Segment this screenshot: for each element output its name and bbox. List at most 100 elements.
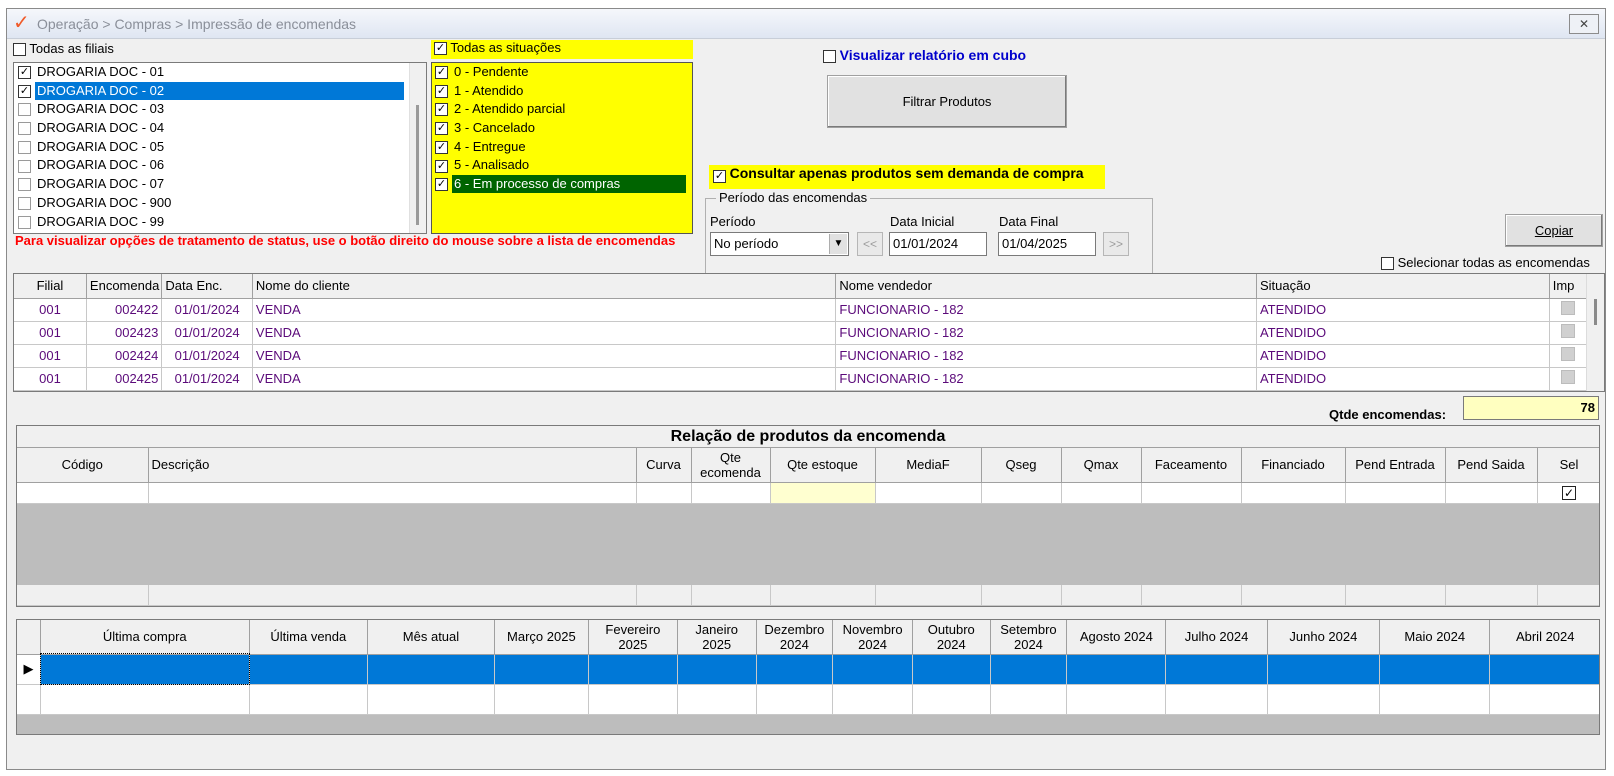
branch-item[interactable]: DROGARIA DOC - 900 <box>14 194 426 213</box>
select-all-orders-checkbox[interactable] <box>1381 257 1394 271</box>
order-cell-situacao[interactable]: ATENDIDO <box>1256 344 1550 368</box>
situation-item[interactable]: ✓ 5 - Analisado <box>432 156 692 175</box>
products-column-header[interactable]: Descrição <box>148 448 637 483</box>
history-cell[interactable] <box>1489 684 1599 715</box>
order-cell-imp[interactable] <box>1549 321 1589 345</box>
cell[interactable] <box>875 482 982 504</box>
products-column-header[interactable]: Faceamento <box>1141 448 1242 483</box>
order-cell-imp[interactable] <box>1549 344 1589 368</box>
history-column-header[interactable]: Dezembro 2024 <box>756 620 834 655</box>
order-cell-vendedor[interactable]: FUNCIONARIO - 182 <box>835 344 1257 368</box>
cell[interactable] <box>691 482 771 504</box>
branch-list-scrollbar[interactable] <box>409 63 426 233</box>
order-cell-vendedor[interactable]: FUNCIONARIO - 182 <box>835 367 1257 391</box>
order-cell-cliente[interactable]: VENDA <box>252 321 837 345</box>
cubo-toggle[interactable]: Visualizar relatório em cubo <box>823 47 1026 64</box>
orders-column-header[interactable]: Nome do cliente <box>252 274 837 299</box>
imp-checkbox[interactable] <box>1561 347 1576 361</box>
history-grid[interactable]: Última compra Última venda Mês atual Março … <box>16 619 1600 735</box>
order-cell-filial[interactable]: 001 <box>14 344 87 368</box>
history-cell[interactable] <box>1379 654 1491 685</box>
situation-checkbox[interactable]: ✓ <box>435 103 448 117</box>
order-cell-data[interactable]: 01/01/2024 <box>161 367 253 391</box>
products-column-header[interactable]: Qte ecomenda <box>691 448 771 483</box>
history-cell[interactable] <box>756 654 834 685</box>
scroll-thumb[interactable] <box>1594 299 1597 325</box>
cell[interactable] <box>1345 482 1446 504</box>
filter-products-button[interactable]: Filtrar Produtos <box>827 75 1067 128</box>
select-all-orders-toggle[interactable]: Selecionar todas as encomendas <box>1381 255 1590 271</box>
history-cell[interactable] <box>40 684 250 715</box>
order-cell-vendedor[interactable]: FUNCIONARIO - 182 <box>835 321 1257 345</box>
orders-scrollbar[interactable] <box>1586 274 1604 391</box>
order-cell-encomenda[interactable]: 002424 <box>86 344 163 368</box>
history-column-header[interactable]: Março 2025 <box>494 620 589 655</box>
history-cell[interactable] <box>1165 684 1268 715</box>
products-column-header[interactable]: Qseg <box>981 448 1062 483</box>
history-cell[interactable] <box>249 654 369 685</box>
order-cell-cliente[interactable]: VENDA <box>252 298 837 322</box>
cell[interactable] <box>17 482 149 504</box>
history-cell[interactable] <box>1267 654 1381 685</box>
history-column-header[interactable]: Última compra <box>40 620 250 655</box>
products-column-header[interactable]: Código <box>17 448 149 483</box>
branch-checkbox[interactable] <box>18 196 31 210</box>
period-select[interactable]: No período ▼ <box>710 232 849 256</box>
order-cell-data[interactable]: 01/01/2024 <box>161 344 253 368</box>
cell[interactable] <box>1141 482 1242 504</box>
products-column-header[interactable]: Qmax <box>1061 448 1142 483</box>
branch-item[interactable]: DROGARIA DOC - 03 <box>14 100 426 119</box>
all-branches-toggle[interactable]: Todas as filiais <box>13 41 114 57</box>
history-cell[interactable] <box>832 654 913 685</box>
branch-item[interactable]: DROGARIA DOC - 06 <box>14 156 426 175</box>
order-cell-imp[interactable] <box>1549 298 1589 322</box>
order-cell-encomenda[interactable]: 002422 <box>86 298 163 322</box>
order-cell-situacao[interactable]: ATENDIDO <box>1256 367 1550 391</box>
history-column-header[interactable]: Fevereiro 2025 <box>588 620 678 655</box>
order-cell-situacao[interactable]: ATENDIDO <box>1256 321 1550 345</box>
history-cell[interactable] <box>494 684 589 715</box>
history-column-header[interactable]: Junho 2024 <box>1267 620 1381 655</box>
history-cell[interactable] <box>1066 684 1167 715</box>
history-row-selected[interactable]: ▶ <box>17 653 1599 685</box>
cell[interactable] <box>981 482 1062 504</box>
history-cell[interactable] <box>588 654 678 685</box>
products-grid[interactable]: Relação de produtos da encomenda Código D… <box>16 425 1600 607</box>
consult-checkbox[interactable]: ✓ <box>713 170 726 184</box>
history-cell[interactable] <box>990 684 1068 715</box>
branch-item[interactable]: ✓ DROGARIA DOC - 01 <box>14 63 426 82</box>
history-row[interactable] <box>17 684 1599 715</box>
order-row[interactable]: 001 002423 01/01/2024 VENDA FUNCIONARIO - 18… <box>14 321 1589 345</box>
order-cell-situacao[interactable]: ATENDIDO <box>1256 298 1550 322</box>
scroll-thumb[interactable] <box>416 105 419 225</box>
situation-item[interactable]: ✓ 4 - Entregue <box>432 138 692 157</box>
chevron-down-icon[interactable]: ▼ <box>829 234 847 254</box>
order-row[interactable]: 001 002424 01/01/2024 VENDA FUNCIONARIO - 18… <box>14 344 1589 368</box>
history-cell[interactable] <box>832 684 913 715</box>
orders-column-header[interactable]: Situação <box>1256 274 1550 299</box>
order-cell-filial[interactable]: 001 <box>14 298 87 322</box>
order-cell-cliente[interactable]: VENDA <box>252 344 837 368</box>
situation-list[interactable]: ✓ 0 - Pendente ✓ 1 - Atendido ✓ 2 - Atendido … <box>431 62 693 234</box>
order-cell-filial[interactable]: 001 <box>14 367 87 391</box>
history-column-header[interactable]: Outubro 2024 <box>912 620 991 655</box>
history-cell[interactable] <box>677 654 757 685</box>
orders-column-header[interactable]: Nome vendedor <box>835 274 1257 299</box>
orders-column-header[interactable]: Encomenda <box>86 274 163 299</box>
order-cell-cliente[interactable]: VENDA <box>252 367 837 391</box>
history-cell[interactable] <box>249 684 369 715</box>
orders-grid[interactable]: Filial Encomenda Data Enc. Nome do cliente N… <box>13 273 1605 392</box>
order-cell-encomenda[interactable]: 002423 <box>86 321 163 345</box>
branch-item[interactable]: DROGARIA DOC - 99 <box>14 213 426 232</box>
orders-column-header[interactable]: Imp <box>1549 274 1589 299</box>
history-cell[interactable] <box>912 654 991 685</box>
situation-item[interactable]: ✓ 1 - Atendido <box>432 82 692 101</box>
imp-checkbox[interactable] <box>1561 301 1576 315</box>
history-column-header[interactable]: Mês atual <box>367 620 495 655</box>
sel-checkbox[interactable]: ✓ <box>1562 486 1576 500</box>
next-period-button[interactable]: >> <box>1103 232 1129 256</box>
order-row[interactable]: 001 002425 01/01/2024 VENDA FUNCIONARIO - 18… <box>14 367 1589 391</box>
situation-checkbox[interactable]: ✓ <box>435 140 448 154</box>
cell[interactable] <box>636 482 692 504</box>
history-cell[interactable] <box>494 654 589 685</box>
